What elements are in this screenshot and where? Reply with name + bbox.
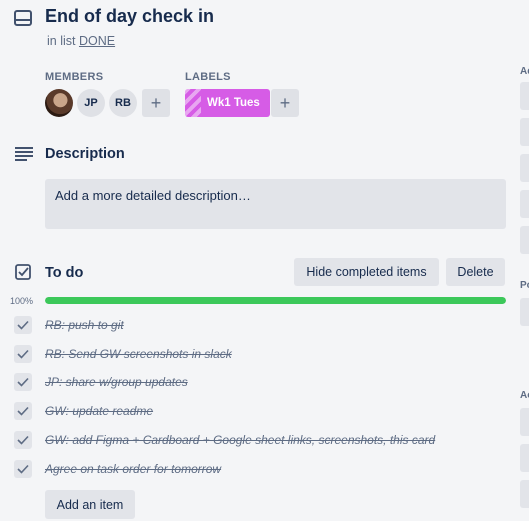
avatar-photo[interactable] bbox=[45, 89, 73, 117]
item-text[interactable]: Agree on task order for tomorrow bbox=[45, 462, 221, 476]
card-icon bbox=[14, 10, 32, 26]
sidebar-button[interactable] bbox=[520, 298, 529, 326]
check-icon bbox=[17, 349, 29, 359]
checklist-item: GW: update readme bbox=[0, 400, 510, 422]
checklist-item: RB: push to git bbox=[0, 314, 510, 336]
avatar-jp[interactable]: JP bbox=[77, 89, 105, 117]
label-chip-text: Wk1 Tues bbox=[207, 97, 260, 109]
item-text[interactable]: RB: Send GW screenshots in slack bbox=[45, 347, 232, 361]
sidebar-button[interactable] bbox=[520, 154, 529, 182]
hide-completed-button[interactable]: Hide completed items bbox=[294, 258, 439, 286]
item-text[interactable]: RB: push to git bbox=[45, 318, 124, 332]
label-stripes bbox=[185, 89, 201, 117]
list-link[interactable]: DONE bbox=[79, 34, 115, 48]
item-checkbox[interactable] bbox=[14, 316, 32, 334]
item-checkbox[interactable] bbox=[14, 402, 32, 420]
description-icon bbox=[15, 147, 33, 161]
sidebar-button[interactable] bbox=[520, 190, 529, 218]
delete-checklist-button[interactable]: Delete bbox=[446, 258, 505, 286]
check-icon bbox=[17, 435, 29, 445]
checklist-icon bbox=[15, 264, 31, 280]
check-icon bbox=[17, 320, 29, 330]
check-icon bbox=[17, 464, 29, 474]
labels-label: LABELS bbox=[185, 71, 231, 83]
label-chip-wk1-tues[interactable]: Wk1 Tues bbox=[185, 89, 270, 117]
item-checkbox[interactable] bbox=[14, 373, 32, 391]
progress-bar-fill bbox=[45, 297, 506, 304]
check-icon bbox=[17, 377, 29, 387]
item-checkbox[interactable] bbox=[14, 460, 32, 478]
checklist-item: Agree on task order for tomorrow bbox=[0, 458, 510, 480]
add-item-button[interactable]: Add an item bbox=[45, 490, 135, 519]
sidebar-button[interactable] bbox=[520, 408, 529, 436]
checklist-item: JP: share w/group updates bbox=[0, 371, 510, 393]
checklist-item: RB: Send GW screenshots in slack bbox=[0, 343, 510, 365]
item-text[interactable]: GW: add Figma + Cardboard + Google sheet… bbox=[45, 433, 435, 447]
sidebar-button[interactable] bbox=[520, 118, 529, 146]
item-text[interactable]: GW: update readme bbox=[45, 404, 153, 418]
check-icon bbox=[17, 406, 29, 416]
sidebar-button[interactable] bbox=[520, 82, 529, 110]
members-label: MEMBERS bbox=[45, 71, 104, 83]
item-checkbox[interactable] bbox=[14, 431, 32, 449]
item-checkbox[interactable] bbox=[14, 345, 32, 363]
sidebar-heading-powerups: Po bbox=[520, 280, 529, 291]
card-title[interactable]: End of day check in bbox=[45, 6, 214, 27]
in-list-text: in list DONE bbox=[47, 34, 115, 48]
add-label-button[interactable]: + bbox=[271, 89, 299, 117]
checklist-title: To do bbox=[45, 265, 84, 281]
avatar-rb[interactable]: RB bbox=[109, 89, 137, 117]
sidebar-button[interactable] bbox=[520, 226, 529, 254]
sidebar-button[interactable] bbox=[520, 444, 529, 472]
add-member-button[interactable]: + bbox=[142, 89, 170, 117]
sidebar-heading-actions: Ac bbox=[520, 390, 529, 401]
sidebar-heading-add: Ad bbox=[520, 66, 529, 77]
sidebar-button[interactable] bbox=[520, 480, 529, 508]
item-text[interactable]: JP: share w/group updates bbox=[45, 375, 188, 389]
progress-percent: 100% bbox=[10, 296, 34, 306]
description-input[interactable]: Add a more detailed description… bbox=[45, 179, 506, 229]
in-list-prefix: in list bbox=[47, 34, 76, 48]
checklist-item: GW: add Figma + Cardboard + Google sheet… bbox=[0, 429, 510, 451]
description-title: Description bbox=[45, 146, 125, 162]
progress-bar bbox=[45, 297, 506, 304]
